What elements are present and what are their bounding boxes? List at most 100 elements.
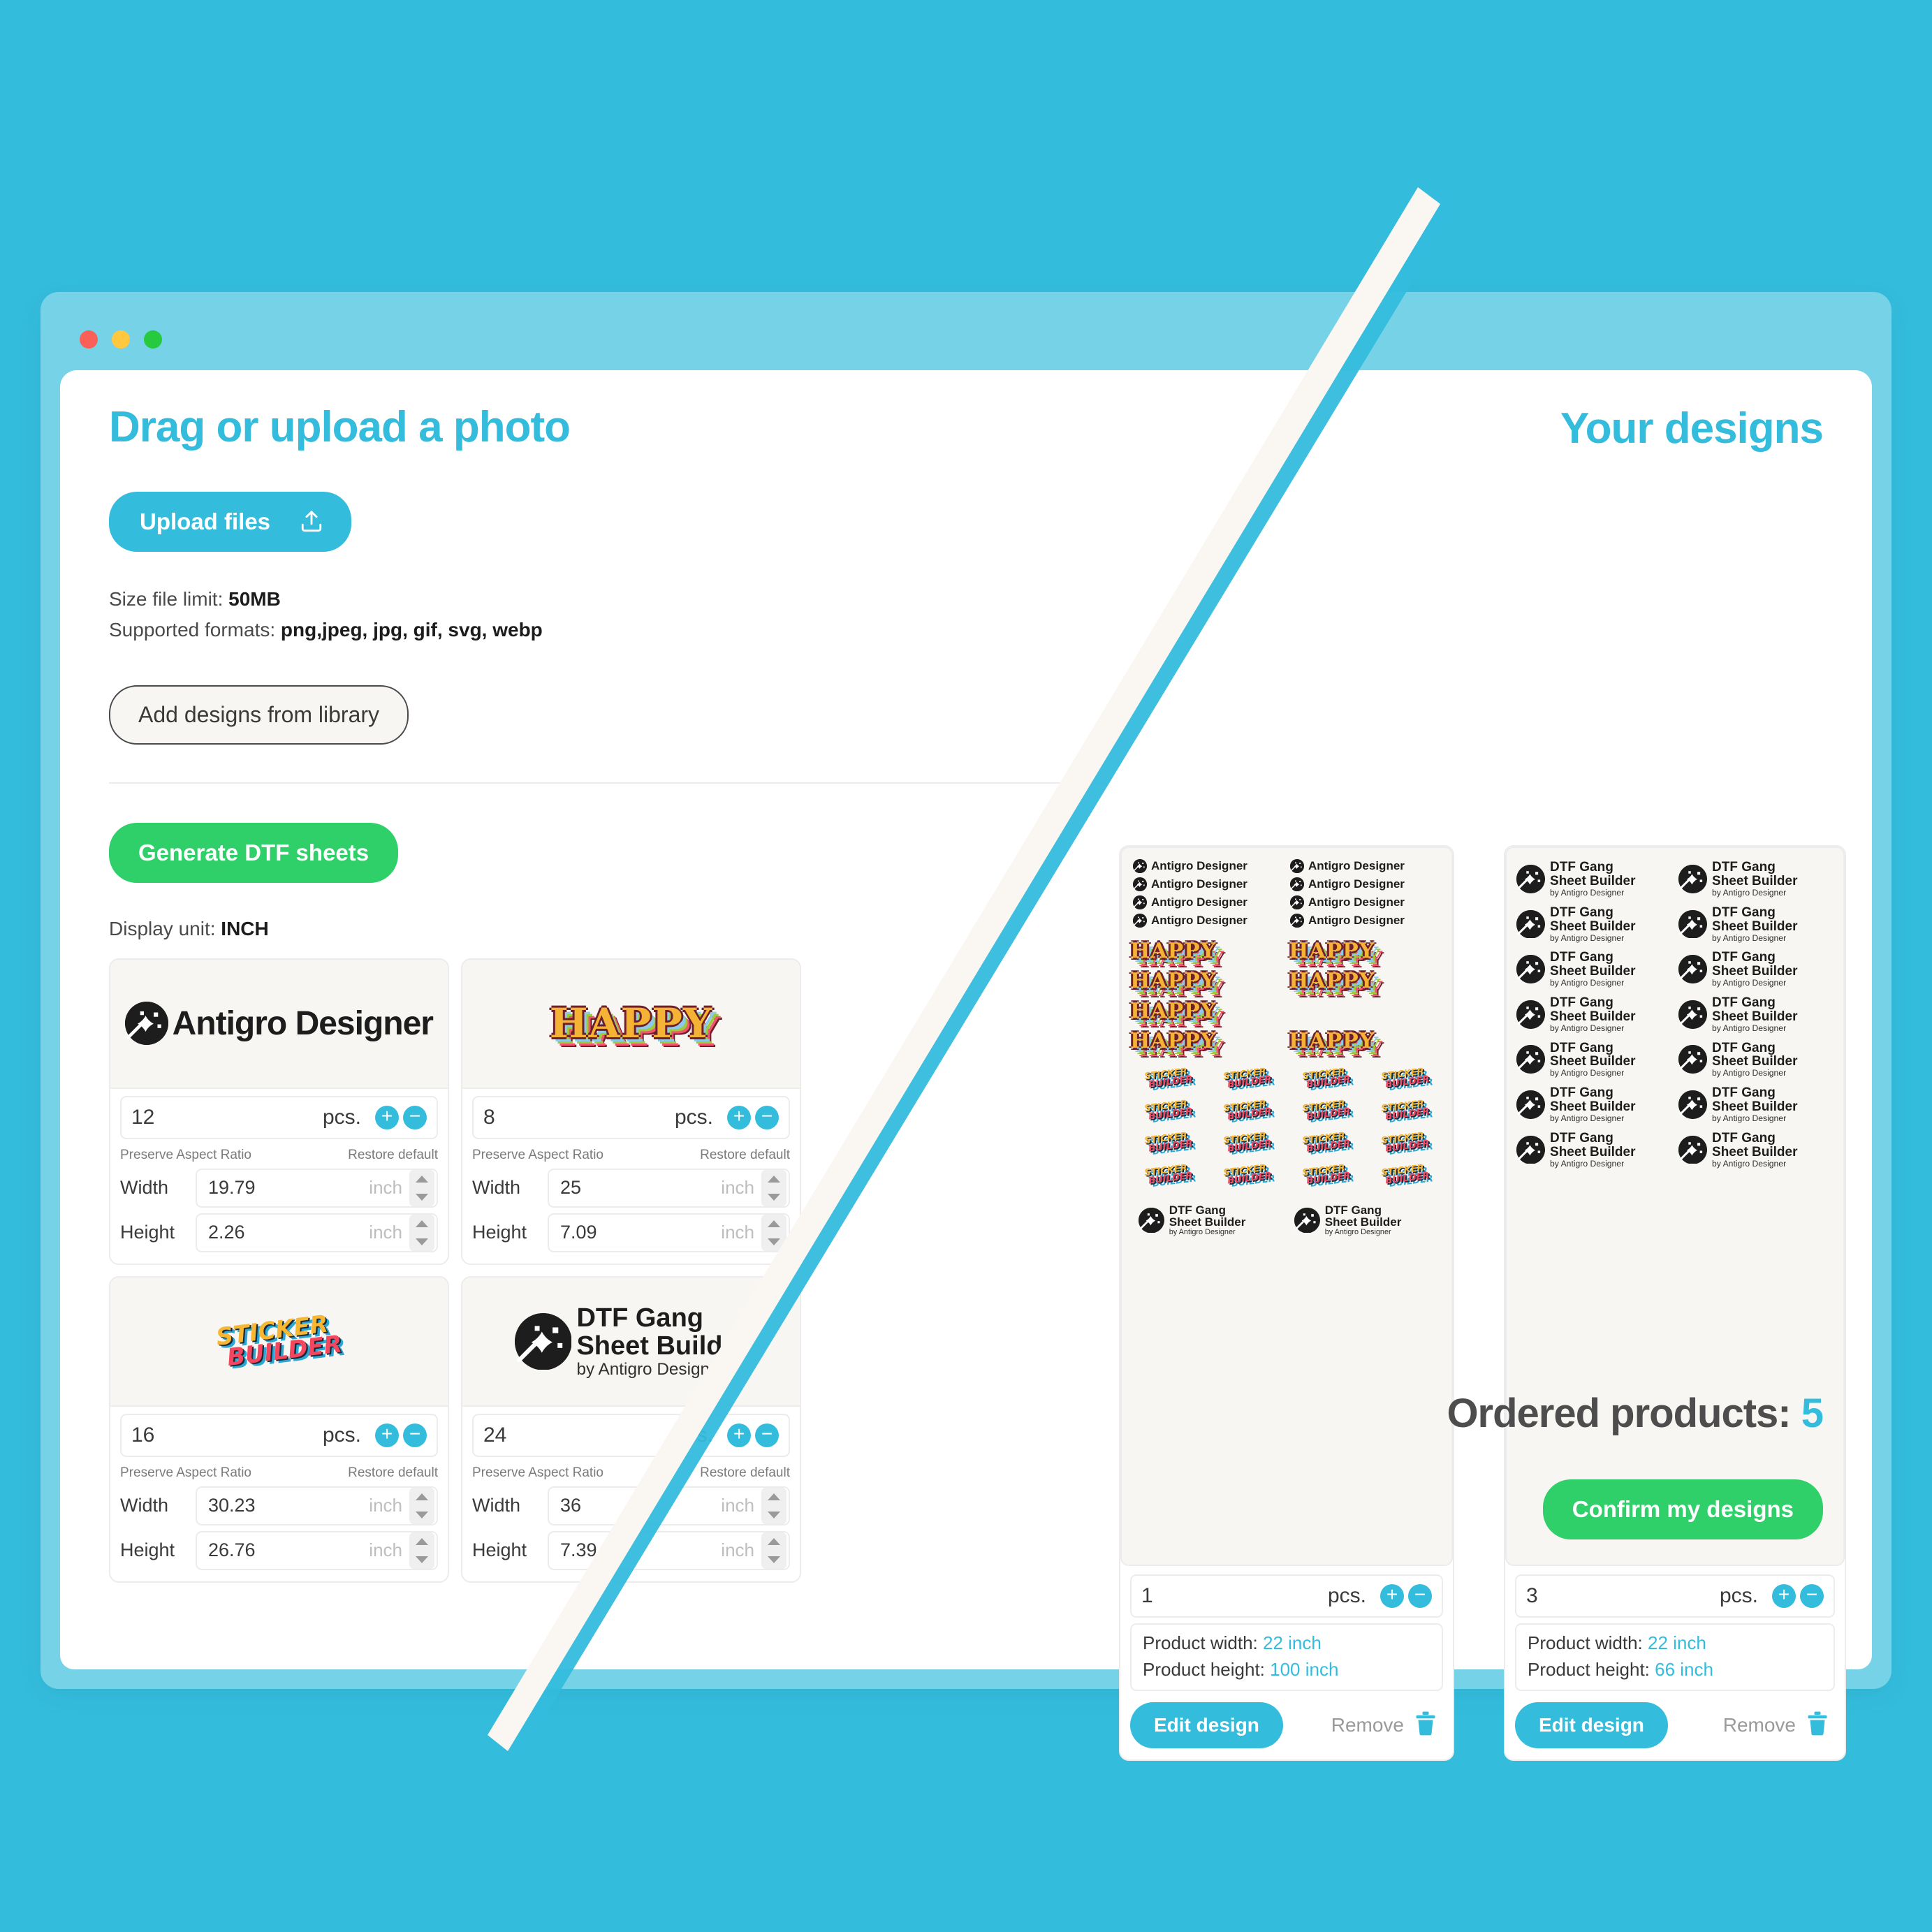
quantity-row: 8 pcs. + − (472, 1095, 790, 1139)
sticker-cell: STICKER BUILDER (1222, 1131, 1272, 1155)
dtf-logo-subtitle: by Antigro Designer (1712, 978, 1787, 988)
sticker-builder-artwork: STICKER BUILDER (1143, 1131, 1193, 1155)
remove-design-button[interactable]: Remove (1331, 1711, 1443, 1741)
design-card[interactable]: DTF Gang Sheet Builder by Antigro Designer… (461, 1275, 801, 1583)
height-field[interactable]: 26.76 inch (196, 1530, 438, 1570)
width-field[interactable]: 19.79 inch (196, 1168, 438, 1208)
dtf-gang-sheet-builder-logo: DTF Gang Sheet Builder by Antigro Designer (1678, 1131, 1834, 1169)
design-card[interactable]: Antigro Designer 12 pcs. + − Preserve Aspect … (109, 958, 449, 1265)
dtf-logo-subtitle: by Antigro Designer (1550, 978, 1625, 988)
sheet-increment-button[interactable]: + (1772, 1584, 1796, 1608)
sheet-decrement-button[interactable]: − (1800, 1584, 1824, 1608)
increment-button[interactable]: + (375, 1423, 399, 1447)
design-card[interactable]: STICKER BUILDER 16 pcs. + − Preserve Aspect Ra… (109, 1275, 449, 1583)
section-divider (109, 782, 1108, 784)
dtf-logo-text: DTF Gang Sheet Builder by Antigro Designer (1712, 905, 1797, 943)
preserve-aspect-ratio-label[interactable]: Preserve Aspect Ratio (120, 1148, 251, 1163)
width-field-stepper[interactable] (761, 1487, 786, 1524)
restore-default-button[interactable]: Restore default (348, 1465, 438, 1481)
sticker-builder-artwork: STICKER BUILDER (1380, 1162, 1430, 1186)
antigro-badge-label: Antigro Designer (1308, 877, 1405, 891)
decrement-button[interactable]: − (755, 1105, 779, 1129)
height-field-stepper[interactable] (761, 1532, 786, 1569)
width-field[interactable]: 30.23 inch (196, 1486, 438, 1525)
sheet-preview[interactable]: Antigro Designer Antigro Designer Antigro … (1120, 847, 1453, 1566)
antigro-badge-grid: Antigro Designer Antigro Designer Antigro … (1130, 859, 1443, 928)
dtf-gang-sheet-builder-logo: DTF Gang Sheet Builder by Antigro Designer (1678, 995, 1834, 1033)
happy-cell: HAPPY (1130, 969, 1285, 993)
sheet-quantity-input[interactable]: 1 (1141, 1584, 1328, 1608)
height-field-value[interactable]: 2.26 (208, 1222, 369, 1243)
width-field[interactable]: 25 inch (548, 1168, 790, 1208)
upload-button-label: Upload files (140, 508, 271, 535)
antigro-badge: Antigro Designer (1133, 859, 1283, 873)
width-field-value[interactable]: 30.23 (208, 1495, 369, 1516)
dtf-logo-line1: DTF Gang (1712, 950, 1776, 965)
sheet-preview[interactable]: DTF Gang Sheet Builder by Antigro Designer… (1505, 847, 1845, 1566)
quantity-input[interactable]: 12 (131, 1106, 323, 1129)
height-field[interactable]: 2.26 inch (196, 1213, 438, 1252)
traffic-lights (80, 330, 162, 349)
height-field[interactable]: 7.09 inch (548, 1213, 790, 1252)
quantity-input[interactable]: 16 (131, 1424, 323, 1447)
increment-button[interactable]: + (375, 1105, 399, 1129)
width-field[interactable]: 36 inch (548, 1486, 790, 1525)
height-field-stepper[interactable] (409, 1532, 434, 1569)
sheet-product-width-label: Product width: (1143, 1632, 1263, 1653)
restore-default-button[interactable]: Restore default (700, 1148, 790, 1163)
dtf-logo-text: DTF Gang Sheet Builder by Antigro Designer (1550, 1041, 1635, 1078)
increment-button[interactable]: + (727, 1423, 751, 1447)
quantity-input[interactable]: 8 (483, 1106, 675, 1129)
sheet-decrement-button[interactable]: − (1408, 1584, 1432, 1608)
design-card[interactable]: HAPPY 8 pcs. + − Preserve Aspect Ratio Restore… (461, 958, 801, 1265)
restore-default-button[interactable]: Restore default (700, 1465, 790, 1481)
width-field-stepper[interactable] (409, 1487, 434, 1524)
height-field-value[interactable]: 26.76 (208, 1539, 369, 1561)
antigro-logo-icon (1290, 914, 1304, 928)
maximize-window-button[interactable] (144, 330, 162, 349)
close-window-button[interactable] (80, 330, 98, 349)
confirm-my-designs-button[interactable]: Confirm my designs (1542, 1479, 1823, 1539)
width-field-value[interactable]: 25 (560, 1177, 721, 1199)
height-field-stepper[interactable] (761, 1214, 786, 1251)
dtf-logo-text: DTF Gang Sheet Builder by Antigro Designer (576, 1304, 747, 1378)
display-unit-value: INCH (221, 917, 269, 939)
preserve-aspect-ratio-label[interactable]: Preserve Aspect Ratio (472, 1148, 603, 1163)
upload-files-button[interactable]: Upload files (109, 492, 352, 552)
sheet-quantity-input[interactable]: 3 (1526, 1584, 1720, 1608)
dtf-gang-sheet-builder-logo: DTF Gang Sheet Builder by Antigro Designer (1516, 1086, 1671, 1123)
generated-sheet-card: Antigro Designer Antigro Designer Antigro … (1119, 845, 1454, 1762)
restore-default-button[interactable]: Restore default (348, 1148, 438, 1163)
edit-design-button[interactable]: Edit design (1130, 1702, 1283, 1749)
add-designs-from-library-button[interactable]: Add designs from library (109, 685, 409, 745)
quantity-input[interactable]: 24 (483, 1424, 675, 1447)
height-field[interactable]: 7.39 inch (548, 1530, 790, 1570)
generate-dtf-sheets-button[interactable]: Generate DTF sheets (109, 822, 399, 883)
preserve-aspect-ratio-label[interactable]: Preserve Aspect Ratio (472, 1465, 603, 1481)
dtf-logo-text: DTF Gang Sheet Builder by Antigro Designer (1712, 861, 1797, 898)
formats-value: png,jpeg, jpg, gif, svg, webp (280, 618, 543, 641)
decrement-button[interactable]: − (403, 1423, 427, 1447)
decrement-button[interactable]: − (403, 1105, 427, 1129)
height-field-value[interactable]: 7.09 (560, 1222, 721, 1243)
increment-button[interactable]: + (727, 1105, 751, 1129)
remove-design-button[interactable]: Remove (1723, 1711, 1835, 1741)
sheet-pcs-label: pcs. (1719, 1584, 1758, 1607)
decrement-button[interactable]: − (755, 1423, 779, 1447)
preserve-aspect-ratio-label[interactable]: Preserve Aspect Ratio (120, 1465, 251, 1481)
width-field-value[interactable]: 19.79 (208, 1177, 369, 1199)
sheet-increment-button[interactable]: + (1380, 1584, 1404, 1608)
minimize-window-button[interactable] (112, 330, 130, 349)
height-field-label: Height (472, 1222, 527, 1243)
edit-design-button[interactable]: Edit design (1515, 1702, 1668, 1749)
height-field-stepper[interactable] (409, 1214, 434, 1251)
happy-cell: HAPPY (1130, 999, 1285, 1023)
width-field-stepper[interactable] (761, 1169, 786, 1206)
design-card-preview: STICKER BUILDER (110, 1277, 448, 1407)
width-field-stepper[interactable] (409, 1169, 434, 1206)
dtf-logo-line1: DTF Gang (1550, 860, 1613, 874)
sheet-artwork: Antigro Designer Antigro Designer Antigro … (1122, 848, 1451, 1565)
width-field-value[interactable]: 36 (560, 1495, 721, 1516)
height-field-value[interactable]: 7.39 (560, 1539, 721, 1561)
ordered-sheet-card: DTF Gang Sheet Builder by Antigro Designer… (1504, 845, 1846, 1762)
